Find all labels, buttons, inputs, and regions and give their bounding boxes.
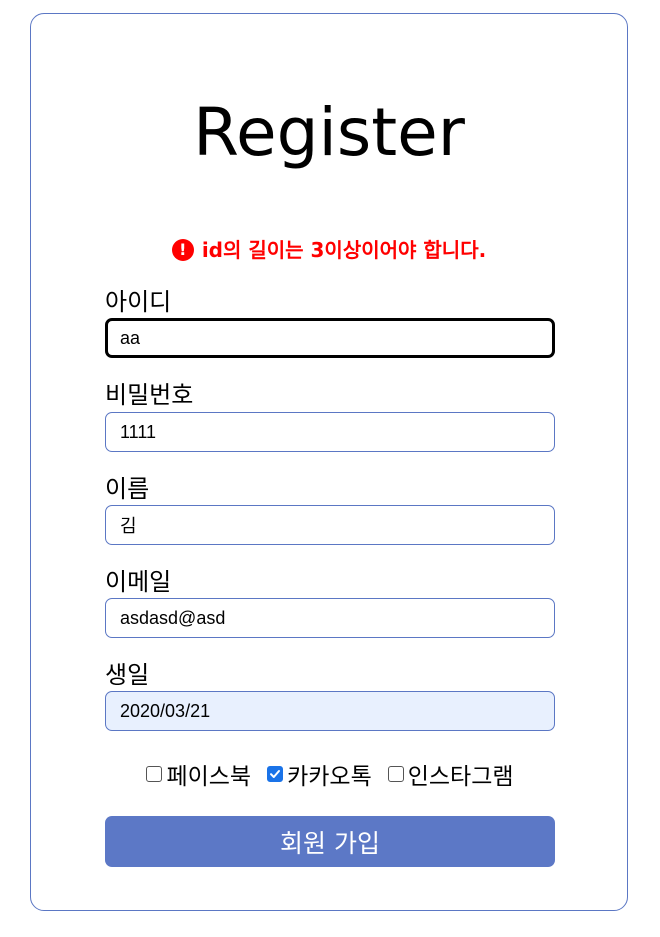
- exclamation-circle-icon: !: [171, 239, 194, 261]
- kakaotalk-label: 카카오톡: [287, 764, 372, 790]
- email-input[interactable]: [105, 598, 555, 638]
- page-title: Register: [193, 94, 465, 171]
- kakaotalk-checkbox[interactable]: [267, 766, 284, 782]
- id-input[interactable]: [105, 318, 555, 358]
- facebook-option[interactable]: 페이스북: [146, 757, 251, 791]
- register-button[interactable]: 회원 가입: [105, 816, 555, 867]
- email-label: 이메일: [105, 568, 172, 596]
- sns-checkbox-group: 페이스북 카카오톡 인스타그램: [0, 757, 660, 791]
- facebook-checkbox[interactable]: [146, 766, 163, 782]
- password-label: 비밀번호: [105, 381, 194, 409]
- name-label: 이름: [105, 475, 150, 503]
- birthday-label: 생일: [105, 661, 150, 689]
- kakaotalk-option[interactable]: 카카오톡: [267, 757, 372, 791]
- instagram-checkbox[interactable]: [387, 766, 404, 782]
- checkmark-icon: [270, 770, 281, 778]
- name-input[interactable]: [105, 505, 555, 545]
- facebook-label: 페이스북: [166, 764, 252, 790]
- instagram-option[interactable]: 인스타그램: [387, 757, 514, 791]
- birthday-input[interactable]: [105, 691, 555, 731]
- error-text: id의 길이는 3이상이어야 합니다.: [201, 238, 487, 262]
- error-message: ! id의 길이는 3이상이어야 합니다.: [31, 236, 627, 264]
- password-input[interactable]: [105, 412, 555, 452]
- instagram-label: 인스타그램: [407, 764, 514, 790]
- id-label: 아이디: [105, 288, 172, 316]
